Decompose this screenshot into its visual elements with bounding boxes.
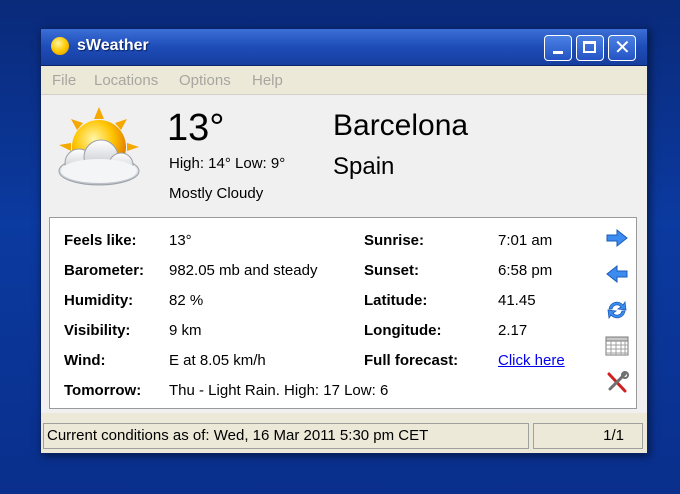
menu-file[interactable]: File [52,72,76,89]
wind-label: Wind: [64,352,106,369]
longitude-label: Longitude: [364,322,442,339]
weather-condition: Mostly Cloudy [169,185,264,202]
humidity-label: Humidity: [64,292,134,309]
sunset-label: Sunset: [364,262,420,279]
high-low-temperature: High: 14° Low: 9° [169,155,286,172]
main-content: 13° High: 14° Low: 9° Mostly Cloudy Barc… [41,95,647,413]
minimize-icon [553,51,563,54]
title-bar[interactable]: sWeather ✕ [41,29,647,66]
feels-like-label: Feels like: [64,232,137,249]
latitude-value: 41.45 [498,292,536,309]
city-name: Barcelona [333,109,469,142]
tomorrow-value: Thu - Light Rain. High: 17 Low: 6 [169,382,389,399]
longitude-value: 2.17 [498,322,528,339]
visibility-label: Visibility: [64,322,131,339]
window-title: sWeather [77,37,149,54]
country-name: Spain [333,153,395,180]
maximize-icon [583,41,596,53]
menu-help[interactable]: Help [252,72,283,89]
latitude-label: Latitude: [364,292,428,309]
close-icon: ✕ [614,37,631,59]
wind-value: E at 8.05 km/h [169,352,266,369]
minimize-button[interactable] [544,35,572,61]
visibility-value: 9 km [169,322,202,339]
barometer-value: 982.05 mb and steady [169,262,318,279]
sunrise-value: 7:01 am [498,232,553,249]
full-forecast-label: Full forecast: [364,352,459,369]
refresh-icon[interactable] [604,298,630,322]
previous-arrow-icon[interactable] [604,262,630,286]
partly-cloudy-sun-icon [58,107,140,186]
barometer-label: Barometer: [64,262,145,279]
status-page-indicator: 1/1 [533,423,643,449]
status-updated-text: Current conditions as of: Wed, 16 Mar 20… [43,423,529,449]
current-temperature: 13° [167,107,225,149]
close-button[interactable]: ✕ [608,35,636,61]
menu-locations[interactable]: Locations [94,72,158,89]
maximize-button[interactable] [576,35,604,61]
settings-tools-icon[interactable] [604,370,630,394]
feels-like-value: 13° [169,232,192,249]
menu-bar: File Locations Options Help [41,66,647,95]
status-bar: Current conditions as of: Wed, 16 Mar 20… [41,421,647,451]
humidity-value: 82 % [169,292,204,309]
sunset-value: 6:58 pm [498,262,553,279]
sunrise-label: Sunrise: [364,232,425,249]
app-window: sWeather ✕ File Locations Options Help 1… [40,28,648,454]
details-panel: Feels like: 13° Barometer: 982.05 mb and… [49,217,637,409]
menu-options[interactable]: Options [179,72,231,89]
tomorrow-label: Tomorrow: [64,382,142,399]
full-forecast-link[interactable]: Click here [498,352,565,369]
sun-app-icon [51,37,69,55]
calendar-icon[interactable] [604,334,630,358]
next-arrow-icon[interactable] [604,226,630,250]
